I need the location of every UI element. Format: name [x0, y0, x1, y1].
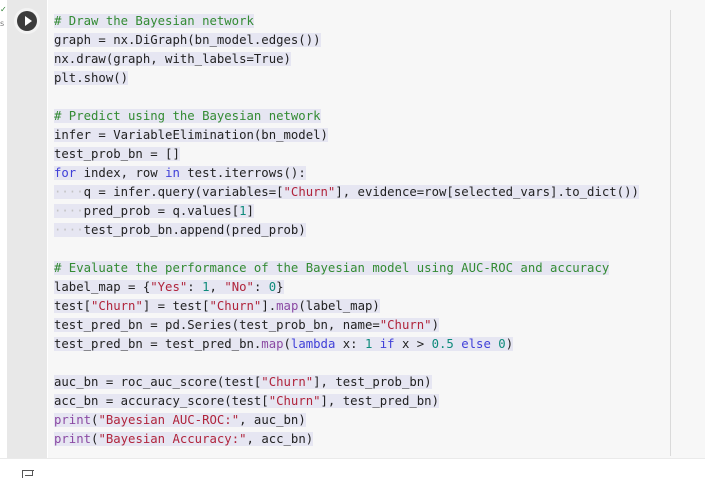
code-line[interactable]: auc_bn = roc_auc_score(test["Churn"], te…	[54, 373, 639, 392]
code-line[interactable]: ····test_prob_bn.append(pred_prob)	[54, 221, 639, 240]
output-icon[interactable]	[22, 470, 34, 478]
code-block[interactable]: # Draw the Bayesian network graph = nx.Di…	[54, 12, 639, 449]
notebook-cell: ✓ s # Draw the Bayesian network graph = n…	[0, 0, 705, 478]
code-line[interactable]: ​	[54, 354, 639, 373]
play-icon	[25, 16, 32, 26]
output-area	[0, 458, 705, 478]
cell-gutter: ✓ s	[0, 0, 48, 458]
code-line[interactable]: # Evaluate the performance of the Bayesi…	[54, 259, 639, 278]
code-line[interactable]: print("Bayesian Accuracy:", acc_bn)	[54, 430, 639, 449]
run-cell-button[interactable]	[17, 11, 37, 31]
code-line[interactable]: nx.draw(graph, with_labels=True)	[54, 50, 639, 69]
code-line[interactable]: test_prob_bn = []	[54, 145, 639, 164]
code-line[interactable]: graph = nx.DiGraph(bn_model.edges())	[54, 31, 639, 50]
code-line[interactable]: plt.show()	[54, 69, 639, 88]
execution-status-icon: ✓ s	[0, 6, 7, 36]
code-line[interactable]: test_pred_bn = test_pred_bn.map(lambda x…	[54, 335, 639, 354]
code-line[interactable]: ····q = infer.query(variables=["Churn"],…	[54, 183, 639, 202]
code-line[interactable]: ​	[54, 88, 639, 107]
code-line[interactable]: test["Churn"] = test["Churn"].map(label_…	[54, 297, 639, 316]
code-line[interactable]: ​	[54, 240, 639, 259]
code-line[interactable]: # Draw the Bayesian network	[54, 12, 639, 31]
status-sub: s	[0, 19, 5, 28]
line-length-ruler	[670, 10, 671, 456]
code-line[interactable]: for index, row in test.iterrows():	[54, 164, 639, 183]
gutter-strip	[7, 0, 47, 458]
code-line[interactable]: test_pred_bn = pd.Series(test_prob_bn, n…	[54, 316, 639, 335]
code-line[interactable]: print("Bayesian AUC-ROC:", auc_bn)	[54, 411, 639, 430]
status-check: ✓	[0, 5, 7, 14]
code-line[interactable]: # Predict using the Bayesian network	[54, 107, 639, 126]
code-line[interactable]: infer = VariableElimination(bn_model)	[54, 126, 639, 145]
code-line[interactable]: acc_bn = accuracy_score(test["Churn"], t…	[54, 392, 639, 411]
code-line[interactable]: label_map = {"Yes": 1, "No": 0}	[54, 278, 639, 297]
code-line[interactable]: ····pred_prob = q.values[1]	[54, 202, 639, 221]
